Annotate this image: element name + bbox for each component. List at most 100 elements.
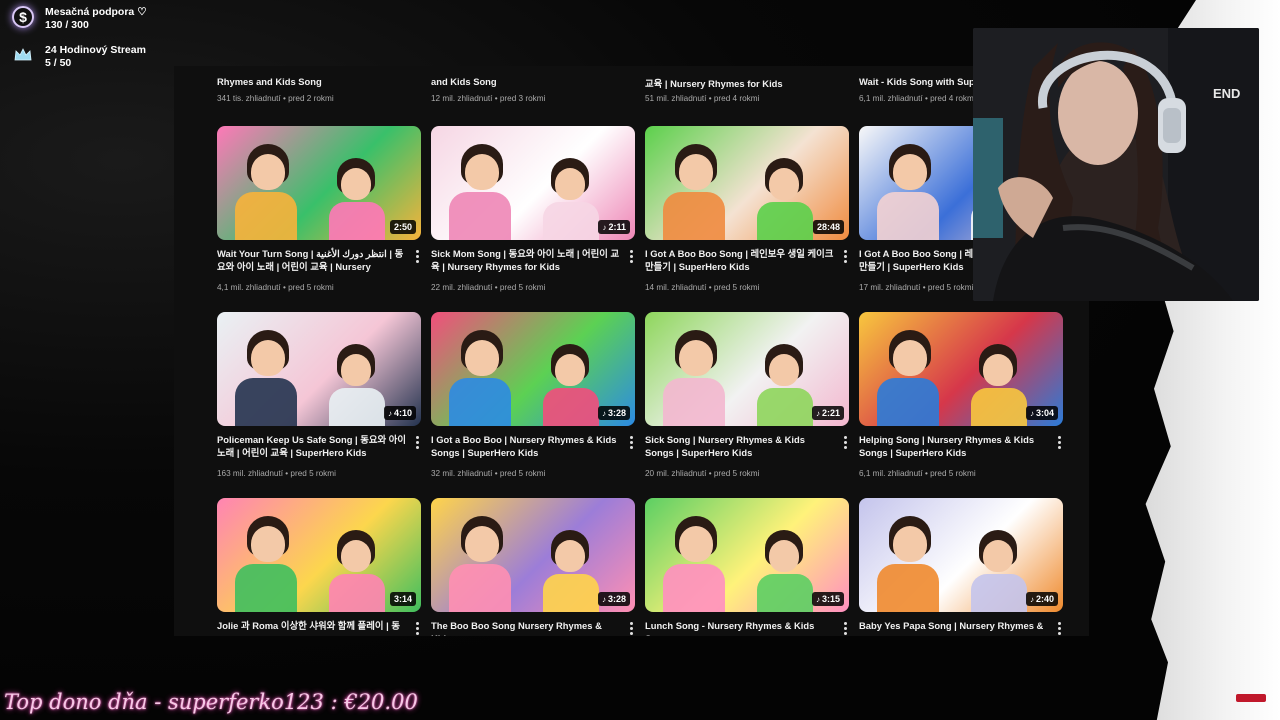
video-card[interactable]: ♪ 2:11 Sick Mom Song | 동요와 아이 노래 | 어린이 교육 … — [431, 126, 635, 296]
video-card[interactable]: 3:14 Jolie 과 Roma 이상한 샤워와 함께 플레이 | 동 — [217, 498, 421, 636]
more-options-icon[interactable] — [1055, 622, 1063, 636]
music-note-icon: ♪ — [601, 595, 606, 604]
video-title[interactable]: Policeman Keep Us Safe Song | 동요와 아이 노래 … — [217, 433, 407, 459]
more-options-icon[interactable] — [841, 622, 849, 636]
video-card[interactable]: ♪ 2:40 Baby Yes Papa Song | Nursery Rhymes… — [859, 498, 1063, 636]
video-meta: 17 mil. zhliadnutí • pred 5 rokmi — [859, 283, 974, 292]
more-options-icon[interactable] — [627, 436, 635, 451]
video-duration-badge: 2:50 — [389, 220, 416, 234]
previous-video-meta: 341 tis. zhliadnutí • pred 2 rokmi — [217, 94, 334, 103]
video-thumbnail[interactable]: ♪ 4:10 — [217, 312, 421, 426]
more-options-icon[interactable] — [627, 622, 635, 636]
video-meta: 4,1 mil. zhliadnutí • pred 5 rokmi — [217, 283, 334, 292]
previous-video-title[interactable]: Wait - Kids Song with Super — [859, 76, 984, 87]
more-options-icon[interactable] — [413, 436, 421, 451]
video-card[interactable]: 28:48 I Got A Boo Boo Song | 레인보우 생일 케이크 … — [645, 126, 849, 296]
streamer-camera-image: END — [973, 28, 1259, 301]
video-thumbnail[interactable]: ♪ 3:28 — [431, 498, 635, 612]
duration-text: 2:11 — [608, 222, 626, 232]
music-note-icon: ♪ — [601, 409, 606, 418]
more-options-icon[interactable] — [413, 250, 421, 265]
video-thumbnail[interactable]: 28:48 — [645, 126, 849, 240]
dollar-icon: $ — [12, 6, 34, 28]
video-card[interactable]: ♪ 2:21 Sick Song | Nursery Rhymes & Kids S… — [645, 312, 849, 482]
video-meta: 22 mil. zhliadnutí • pred 5 rokmi — [431, 283, 546, 292]
corner-watermark — [1236, 694, 1266, 702]
video-title[interactable]: Sick Mom Song | 동요와 아이 노래 | 어린이 교육 | Nur… — [431, 247, 621, 273]
video-duration-badge: 3:14 — [389, 592, 416, 606]
duration-text: 3:28 — [607, 408, 626, 418]
previous-video-title[interactable]: 교육 | Nursery Rhymes for Kids — [645, 76, 783, 90]
subs-goal-label: Mesačná podpora ♡ — [45, 6, 147, 18]
webcam-feed: END — [973, 28, 1259, 301]
video-duration-badge: ♪ 2:40 — [1025, 592, 1058, 606]
video-thumbnail[interactable]: ♪ 3:28 — [431, 312, 635, 426]
duration-text: 3:04 — [1035, 408, 1054, 418]
music-note-icon: ♪ — [815, 409, 820, 418]
previous-video-meta: 51 mil. zhliadnutí • pred 4 rokmi — [645, 94, 760, 103]
stream-goal-progress: 5 / 50 — [45, 57, 72, 69]
video-duration-badge: ♪ 2:11 — [598, 220, 630, 234]
video-title[interactable]: Baby Yes Papa Song | Nursery Rhymes & — [859, 619, 1049, 632]
video-card[interactable]: 2:50 Wait Your Turn Song | انتظر دورك الأ… — [217, 126, 421, 296]
video-card[interactable]: ♪ 4:10 Policeman Keep Us Safe Song | 동요와 아… — [217, 312, 421, 482]
browser-capture: Rhymes and Kids Song 341 tis. zhliadnutí … — [174, 66, 1089, 636]
video-title[interactable]: I Got A Boo Boo Song | 레인보우 생일 케이크 만들기 |… — [645, 247, 835, 273]
more-options-icon[interactable] — [1055, 436, 1063, 451]
video-duration-badge: ♪ 3:15 — [811, 592, 844, 606]
video-title[interactable]: I Got a Boo Boo | Nursery Rhymes & Kids … — [431, 433, 621, 459]
video-title[interactable]: Sick Song | Nursery Rhymes & Kids Songs … — [645, 433, 835, 459]
stream-goal-label: 24 Hodinový Stream — [45, 44, 146, 56]
more-options-icon[interactable] — [413, 622, 421, 636]
video-title[interactable]: The Boo Boo Song Nursery Rhymes & Kids — [431, 619, 621, 636]
duration-text: 28:48 — [816, 222, 840, 232]
duration-text: 3:28 — [607, 594, 626, 604]
duration-text: 3:14 — [393, 594, 412, 604]
video-duration-badge: ♪ 3:04 — [1025, 406, 1058, 420]
video-thumbnail[interactable]: ♪ 3:15 — [645, 498, 849, 612]
video-thumbnail[interactable]: 2:50 — [217, 126, 421, 240]
video-card[interactable]: ♪3:28 The Boo Boo Song Nursery Rhymes & K… — [431, 498, 635, 636]
video-thumbnail[interactable]: ♪ 2:11 — [431, 126, 635, 240]
video-duration-badge: ♪ 2:21 — [811, 406, 844, 420]
video-duration-badge: ♪ 3:28 — [597, 406, 630, 420]
video-thumbnail[interactable]: ♪ 2:21 — [645, 312, 849, 426]
video-duration-badge: ♪ 4:10 — [383, 406, 416, 420]
previous-video-row: Rhymes and Kids Song 341 tis. zhliadnutí … — [174, 66, 1089, 110]
video-card[interactable]: ♪ 3:28 I Got a Boo Boo | Nursery Rhymes & … — [431, 312, 635, 482]
music-note-icon: ♪ — [1029, 595, 1034, 604]
subs-goal-progress: 130 / 300 — [45, 19, 89, 31]
more-options-icon[interactable] — [627, 250, 635, 265]
video-duration-badge: ♪ 3:28 — [597, 592, 630, 606]
more-options-icon[interactable] — [841, 250, 849, 265]
video-meta: 14 mil. zhliadnutí • pred 5 rokmi — [645, 283, 760, 292]
music-note-icon: ♪ — [602, 223, 607, 232]
more-options-icon[interactable] — [841, 436, 849, 451]
video-thumbnail[interactable]: ♪ 3:04 — [859, 312, 1063, 426]
music-note-icon: ♪ — [815, 595, 820, 604]
video-card[interactable]: ♪ 3:15 Lunch Song - Nursery Rhymes & Kids … — [645, 498, 849, 636]
video-title[interactable]: Wait Your Turn Song | انتظر دورك الأغنية… — [217, 247, 407, 273]
duration-text: 2:50 — [393, 222, 412, 232]
crown-icon — [14, 48, 32, 61]
video-meta: 20 mil. zhliadnutí • pred 5 rokmi — [645, 469, 760, 478]
video-title[interactable]: Lunch Song - Nursery Rhymes & Kids Songs — [645, 619, 835, 636]
webcam-brand-text: END — [1213, 86, 1240, 101]
music-note-icon: ♪ — [1029, 409, 1034, 418]
video-title[interactable]: Jolie 과 Roma 이상한 샤워와 함께 플레이 | 동 — [217, 619, 407, 632]
music-note-icon: ♪ — [387, 409, 392, 418]
video-thumbnail[interactable]: 3:14 — [217, 498, 421, 612]
video-meta: 163 mil. zhliadnutí • pred 5 rokmi — [217, 469, 336, 478]
previous-video-meta: 12 mil. zhliadnutí • pred 3 rokmi — [431, 94, 546, 103]
previous-video-title[interactable]: and Kids Song — [431, 76, 497, 87]
duration-text: 3:15 — [821, 594, 840, 604]
duration-text: 2:21 — [821, 408, 840, 418]
video-thumbnail[interactable]: ♪ 2:40 — [859, 498, 1063, 612]
duration-text: 4:10 — [393, 408, 412, 418]
previous-video-meta: 6,1 mil. zhliadnutí • pred 4 rokmi — [859, 94, 976, 103]
previous-video-title[interactable]: Rhymes and Kids Song — [217, 76, 322, 87]
video-meta: 32 mil. zhliadnutí • pred 5 rokmi — [431, 469, 546, 478]
video-card[interactable]: ♪ 3:04 Helping Song | Nursery Rhymes & Kid… — [859, 312, 1063, 482]
top-donor-banner: Top dono dňa - superferko123 : €20.00 — [4, 690, 418, 714]
video-title[interactable]: Helping Song | Nursery Rhymes & Kids Son… — [859, 433, 1049, 459]
